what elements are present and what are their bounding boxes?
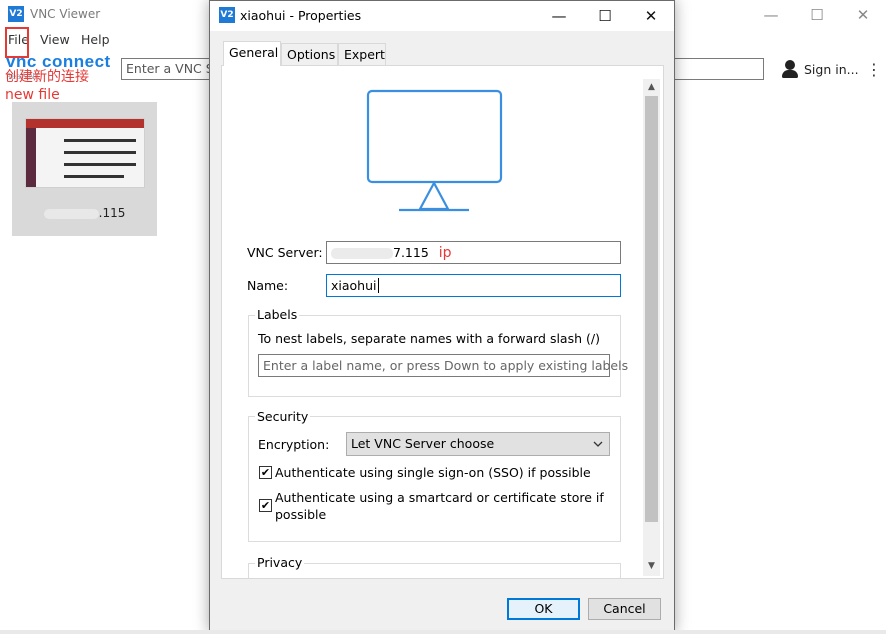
tab-options[interactable]: Options	[281, 43, 338, 65]
vnc-server-label: VNC Server:	[247, 245, 323, 260]
connection-thumbnail	[25, 118, 145, 188]
scroll-down-icon[interactable]: ▼	[643, 558, 660, 575]
taskbar-edge	[0, 630, 886, 634]
dialog-maximize-button[interactable]: ☐	[582, 1, 628, 31]
dialog-minimize-button[interactable]: —	[536, 1, 582, 31]
cancel-button[interactable]: Cancel	[588, 598, 661, 620]
sign-in-button[interactable]: Sign in...	[780, 59, 859, 79]
user-icon	[780, 59, 800, 79]
encryption-value: Let VNC Server choose	[351, 436, 495, 451]
ok-button[interactable]: OK	[507, 598, 580, 620]
monitor-icon	[366, 89, 503, 212]
name-label: Name:	[247, 278, 289, 293]
label-input[interactable]: Enter a label name, or press Down to app…	[258, 354, 628, 377]
menu-view[interactable]: View	[40, 32, 70, 47]
tab-expert[interactable]: Expert	[338, 43, 386, 65]
dialog-titlebar: V2 xiaohui - Properties — ☐ ✕	[210, 1, 674, 31]
more-options-icon[interactable]: ⋮	[866, 60, 882, 79]
maximize-button[interactable]: ☐	[794, 2, 840, 28]
close-button[interactable]: ✕	[840, 2, 886, 28]
window-title: VNC Viewer	[30, 7, 101, 21]
annotation-highlight-box	[5, 27, 29, 58]
smartcard-label-line2: possible	[275, 507, 327, 522]
annotation-note-english: new file	[5, 87, 60, 103]
sso-label: Authenticate using single sign-on (SSO) …	[275, 465, 591, 480]
minimize-button[interactable]: —	[748, 2, 794, 28]
dialog-close-button[interactable]: ✕	[628, 1, 674, 31]
redacted-ip	[331, 248, 393, 259]
dialog-title: xiaohui - Properties	[240, 8, 362, 23]
connection-ip-suffix: .115	[98, 206, 126, 220]
security-group-title: Security	[255, 409, 311, 424]
sso-checkbox[interactable]: ✔	[259, 466, 272, 479]
scroll-up-icon[interactable]: ▲	[643, 79, 660, 96]
annotation-ip: ip	[438, 245, 452, 261]
vnc-server-value: 7.115	[393, 245, 429, 260]
search-input[interactable]: Enter a VNC Se	[121, 58, 216, 80]
vnc-logo-icon: V2	[219, 7, 235, 23]
encryption-label: Encryption:	[258, 437, 330, 452]
smartcard-label-line1: Authenticate using a smartcard or certif…	[275, 490, 604, 505]
menu-help[interactable]: Help	[81, 32, 110, 47]
smartcard-checkbox[interactable]: ✔	[259, 499, 272, 512]
properties-dialog: V2 xiaohui - Properties — ☐ ✕ General Op…	[209, 0, 675, 632]
labels-group-title: Labels	[255, 307, 300, 322]
privacy-group-title: Privacy	[255, 555, 305, 570]
scrollbar-thumb[interactable]	[645, 96, 658, 522]
name-input[interactable]: xiaohui	[326, 274, 621, 297]
search-input-edge[interactable]	[672, 58, 764, 80]
connection-label: .115	[12, 206, 157, 220]
general-tab-page: VNC Server: 7.115 ip Name: xiaohui Label…	[221, 65, 664, 579]
chevron-down-icon	[593, 441, 603, 447]
annotation-note-chinese: 创建新的连接	[5, 69, 89, 85]
name-value: xiaohui	[331, 278, 377, 293]
vnc-logo-icon: V2	[8, 6, 24, 22]
sign-in-label: Sign in...	[804, 61, 859, 77]
labels-hint: To nest labels, separate names with a fo…	[258, 331, 600, 346]
tab-general[interactable]: General	[223, 41, 281, 66]
encryption-select[interactable]: Let VNC Server choose	[346, 432, 610, 456]
vnc-server-input[interactable]: 7.115 ip	[326, 241, 621, 264]
